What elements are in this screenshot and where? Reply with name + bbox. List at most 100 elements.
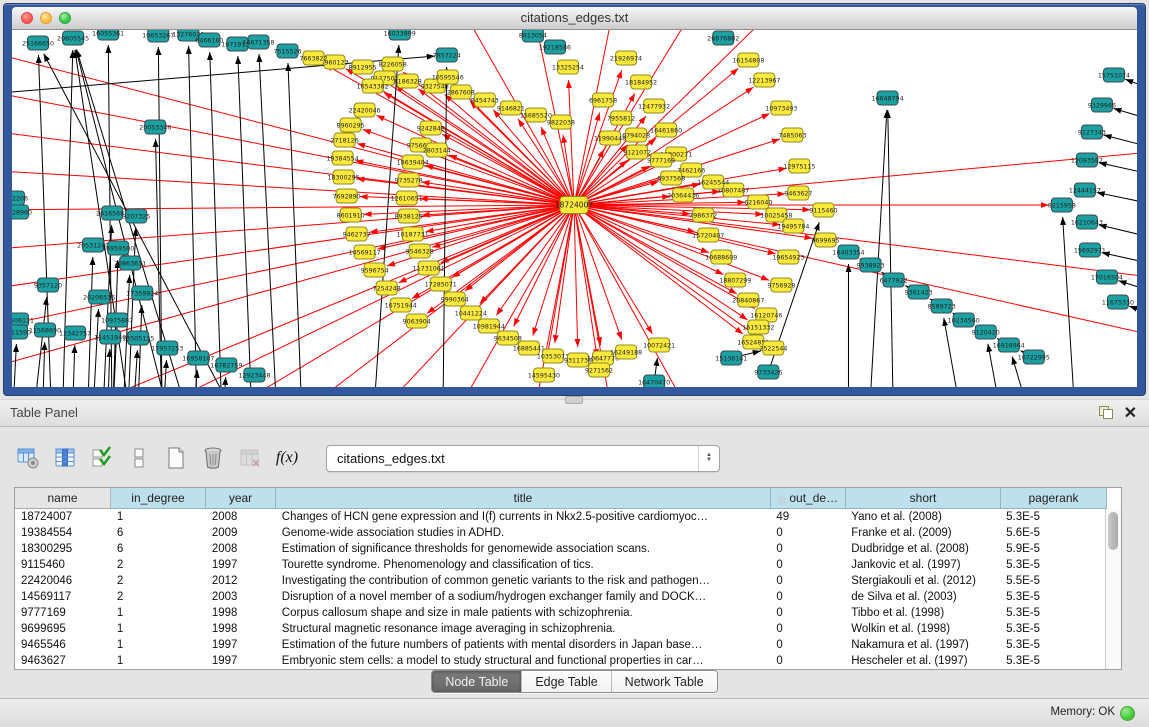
- black-edge: [72, 345, 75, 387]
- black-edge: [1125, 79, 1137, 90]
- node-label: 7857224: [433, 52, 461, 59]
- table-cell: 2003: [206, 589, 276, 605]
- table-cell: 9463627: [15, 653, 111, 669]
- node-label: 15685520: [520, 112, 552, 119]
- red-edge: [533, 205, 574, 336]
- node-label: 9634508: [494, 335, 522, 342]
- node-label: 6216040: [744, 199, 772, 206]
- table-cell: 1997: [206, 653, 276, 669]
- table-cell: Investigating the contribution of common…: [276, 573, 771, 589]
- node-label: 2867608: [447, 89, 475, 96]
- column-header-name[interactable]: name: [15, 488, 111, 509]
- table-cell: Estimation of the future numbers of pati…: [276, 637, 771, 653]
- node-label: 9271562: [585, 367, 613, 374]
- node-label: 13506111: [12, 317, 34, 324]
- table-row[interactable]: 969969511998Structural magnetic resonanc…: [15, 621, 1106, 637]
- node-label: 9120420: [972, 329, 1000, 336]
- table-cell: 2: [111, 557, 206, 573]
- table-row[interactable]: 911546021997Tourette syndrome. Phenomeno…: [15, 557, 1106, 573]
- node-label: 13325254: [552, 64, 584, 71]
- black-edge: [1099, 163, 1137, 176]
- column-header-pagerank[interactable]: pagerank: [1001, 488, 1107, 509]
- table-cell: 49: [770, 509, 845, 525]
- table-row[interactable]: 946554611997Estimation of the future num…: [15, 637, 1106, 653]
- node-label: 12213967: [748, 77, 780, 84]
- table-cell: 5.3E-5: [1000, 605, 1106, 621]
- tab-edge-table[interactable]: Edge Table: [522, 671, 611, 692]
- node-label: 8186328: [394, 78, 422, 85]
- unselect-all-icon[interactable]: [127, 446, 151, 470]
- table-settings-icon[interactable]: [16, 446, 40, 470]
- column-header-out_de[interactable]: △out_de…: [771, 488, 846, 509]
- column-header-short[interactable]: short: [846, 488, 1001, 509]
- node-label: 6794028: [622, 132, 650, 139]
- table-row[interactable]: 1938455462009Genome-wide association stu…: [15, 525, 1106, 541]
- table-cell: 5.3E-5: [1000, 509, 1106, 525]
- column-header-title[interactable]: title: [276, 488, 771, 509]
- node-label: 22420046: [349, 107, 381, 114]
- table-row[interactable]: 2242004622012Investigating the contribut…: [15, 573, 1106, 589]
- table-cell: 18300295: [15, 541, 111, 557]
- delete-table-icon[interactable]: [201, 446, 225, 470]
- memory-status-indicator[interactable]: [1120, 706, 1135, 721]
- node-label: 13505135: [122, 335, 154, 342]
- node-label: 20364436: [667, 192, 699, 199]
- node-label: 6937568: [657, 175, 685, 182]
- node-label: 8960295: [337, 122, 365, 129]
- scrollbar-thumb[interactable]: [1108, 512, 1118, 550]
- node-label: 16249188: [610, 349, 642, 356]
- node-label: 10975887: [101, 317, 133, 324]
- black-edge: [1102, 253, 1137, 266]
- show-columns-icon[interactable]: [53, 446, 77, 470]
- vertical-scrollbar[interactable]: [1105, 509, 1121, 669]
- node-label: 16245544: [697, 179, 729, 186]
- table-cell: Wolkin et al. (1998): [845, 621, 1000, 637]
- red-edge: [432, 205, 574, 247]
- black-edge: [259, 54, 277, 387]
- node-label: 15751074: [1098, 72, 1130, 79]
- node-label: 14595430: [528, 372, 560, 379]
- node-label: 16648794: [872, 95, 904, 102]
- column-header-year[interactable]: year: [206, 488, 276, 509]
- black-edge: [137, 305, 142, 387]
- node-label: 9102206: [12, 195, 28, 202]
- table-cell: 0: [770, 589, 845, 605]
- tab-network-table[interactable]: Network Table: [612, 671, 717, 692]
- node-label: 16751944: [385, 302, 417, 309]
- node-label: 12923448: [238, 372, 270, 379]
- table-cell: 5.3E-5: [1000, 637, 1106, 653]
- node-label: 10722995: [1018, 354, 1050, 361]
- node-label: 12610651: [391, 195, 423, 202]
- table-select-dropdown[interactable]: citations_edges.txt ▲▼: [326, 445, 720, 472]
- node-label: 20206536: [83, 294, 115, 301]
- tab-node-table[interactable]: Node Table: [432, 671, 522, 692]
- network-canvas[interactable]: 1872400789601238912955822605891275031654…: [12, 30, 1137, 387]
- node-label: 10688609: [705, 254, 737, 261]
- select-all-icon[interactable]: [90, 446, 114, 470]
- table-body: 1872400712008Changes of HCN gene express…: [15, 509, 1106, 669]
- network-window-titlebar[interactable]: citations_edges.txt: [12, 7, 1137, 30]
- node-label: 11568690: [29, 327, 61, 334]
- table-cell: 0: [770, 621, 845, 637]
- table-row[interactable]: 946362711997Embryonic stem cells: a mode…: [15, 653, 1106, 669]
- table-row[interactable]: 1456911722003Disruption of a novel membe…: [15, 589, 1106, 605]
- panel-divider-handle[interactable]: [565, 396, 583, 404]
- table-row[interactable]: 977716911998Corpus callosum shape and si…: [15, 605, 1106, 621]
- node-label: 18807299: [719, 277, 751, 284]
- table-cell: 1: [111, 605, 206, 621]
- column-header-in_degree[interactable]: in_degree: [111, 488, 206, 509]
- function-builder-icon[interactable]: f(x): [275, 446, 299, 470]
- sort-ascending-icon: △: [778, 492, 786, 505]
- new-table-icon[interactable]: [164, 446, 188, 470]
- node-label: 8938125: [395, 213, 423, 220]
- float-panel-icon[interactable]: [1099, 406, 1113, 419]
- node-label: 9777169: [647, 157, 675, 164]
- node-label: 15136141: [715, 355, 747, 362]
- node-label: 25166650: [22, 40, 54, 47]
- black-edge: [1113, 108, 1137, 122]
- close-panel-icon[interactable]: ✕: [1124, 403, 1137, 423]
- node-label: 15720407: [692, 232, 724, 239]
- table-row[interactable]: 1830029562008Estimation of significance …: [15, 541, 1106, 557]
- table-cell: Yano et al. (2008): [845, 509, 1000, 525]
- table-row[interactable]: 1872400712008Changes of HCN gene express…: [15, 509, 1106, 525]
